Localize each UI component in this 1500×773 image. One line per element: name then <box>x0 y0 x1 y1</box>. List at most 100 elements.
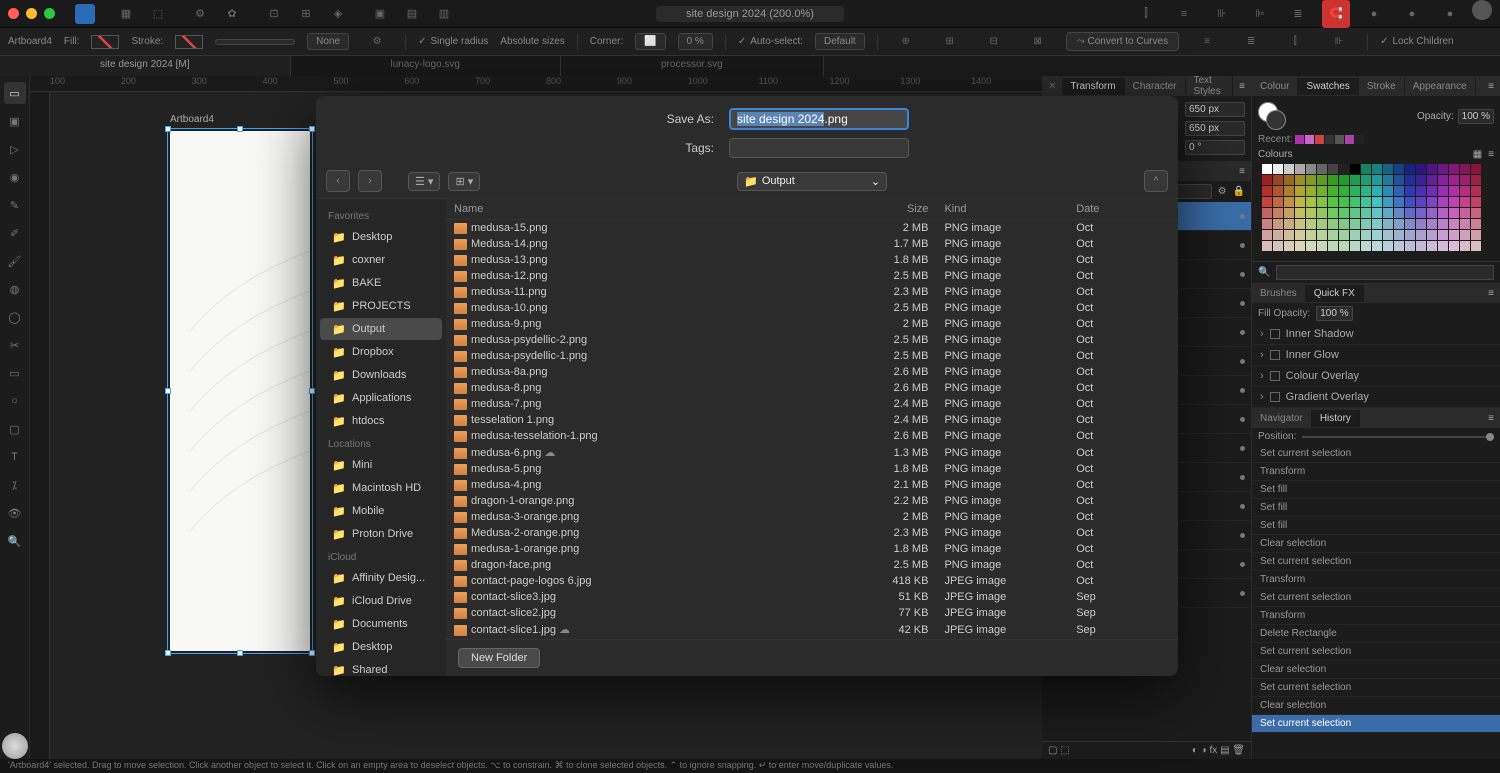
file-row[interactable]: medusa-5.png1.8 MBPNG imageOct <box>446 461 1178 477</box>
fx-icon[interactable]: fx <box>1210 745 1218 756</box>
artboard-title[interactable]: Artboard4 <box>170 114 214 125</box>
file-row[interactable]: medusa-10.png2.5 MBPNG imageOct <box>446 300 1178 316</box>
gear-icon[interactable]: ⚙ <box>363 28 391 56</box>
file-row[interactable]: tesselation 1.png2.4 MBPNG imageOct <box>446 412 1178 428</box>
align-icon[interactable]: ≣ <box>1237 28 1265 56</box>
panel-menu-icon[interactable]: ≡ <box>1233 81 1251 92</box>
history-item[interactable]: Set fill <box>1252 499 1500 517</box>
shape-tool[interactable]: ◯ <box>4 306 26 328</box>
align-icon[interactable]: ⊟ <box>980 28 1008 56</box>
layer-tool-icon[interactable]: ⬚ <box>1060 745 1069 756</box>
layer-visibility-dot[interactable] <box>1240 417 1245 422</box>
toolbar-icon[interactable]: ◈ <box>324 0 352 28</box>
sidebar-item[interactable]: 📁coxner <box>320 249 442 271</box>
up-button[interactable]: ^ <box>1144 170 1168 192</box>
sidebar-item[interactable]: 📁Output <box>320 318 442 340</box>
grid-view-button[interactable]: ⊞ ▾ <box>448 172 480 191</box>
sidebar-item[interactable]: 📁Documents <box>320 613 442 635</box>
history-item[interactable]: Transform <box>1252 607 1500 625</box>
align-icon[interactable]: ⊪ <box>1208 0 1236 28</box>
brush-tool[interactable]: 🖌 <box>4 250 26 272</box>
single-radius-check[interactable]: ✓ Single radius <box>418 36 488 47</box>
text-tool[interactable]: T <box>4 446 26 468</box>
autoselect-value[interactable]: Default <box>815 33 865 50</box>
rounded-rect-tool[interactable]: ▢ <box>4 418 26 440</box>
tab-quickfx[interactable]: Quick FX <box>1306 285 1364 302</box>
stroke-swatch[interactable] <box>175 35 203 49</box>
panel-menu-icon[interactable]: ≡ <box>1482 413 1500 424</box>
selection-handles[interactable] <box>167 128 313 654</box>
filename-input[interactable]: site design 2024.png <box>729 108 909 130</box>
toolbar-icon[interactable]: ⬚ <box>144 0 172 28</box>
expand-icon[interactable]: › <box>1260 328 1264 340</box>
file-row[interactable]: medusa-15.png2 MBPNG imageOct <box>446 220 1178 237</box>
panel-menu-icon[interactable]: ≡ <box>1233 166 1251 177</box>
fx-item[interactable]: ›Gradient Overlay <box>1252 387 1500 408</box>
artboard-tool[interactable]: ▣ <box>4 110 26 132</box>
history-item[interactable]: Delete Rectangle <box>1252 625 1500 643</box>
sidebar-item[interactable]: 📁Mini <box>320 454 442 476</box>
sidebar-item[interactable]: 📁BAKE <box>320 272 442 294</box>
layer-visibility-dot[interactable] <box>1240 330 1245 335</box>
document-tab[interactable]: lunacy-logo.svg <box>291 56 561 76</box>
align-icon[interactable]: ⊕ <box>892 28 920 56</box>
zoom-tool[interactable]: 🔍 <box>4 530 26 552</box>
col-date[interactable]: Date <box>1068 199 1178 220</box>
layer-visibility-dot[interactable] <box>1240 591 1245 596</box>
align-icon[interactable]: ⊠ <box>1024 28 1052 56</box>
history-item[interactable]: Set fill <box>1252 481 1500 499</box>
fill-opacity-input[interactable]: 100 % <box>1316 306 1352 321</box>
new-folder-button[interactable]: New Folder <box>458 648 540 668</box>
file-row[interactable]: medusa-9.png2 MBPNG imageOct <box>446 316 1178 332</box>
crop-tool[interactable]: ✂ <box>4 334 26 356</box>
sidebar-item[interactable]: 📁Applications <box>320 387 442 409</box>
expand-icon[interactable]: › <box>1260 349 1264 361</box>
mask-icon[interactable]: ◐ <box>1192 745 1198 756</box>
file-row[interactable]: medusa-psydellic-1.png2.5 MBPNG imageOct <box>446 348 1178 364</box>
close-button[interactable] <box>8 8 19 19</box>
layer-visibility-dot[interactable] <box>1240 388 1245 393</box>
forward-button[interactable]: › <box>358 170 382 192</box>
adjust-icon[interactable]: ◑ <box>1201 745 1207 756</box>
account-icon[interactable] <box>1472 0 1492 20</box>
layer-visibility-dot[interactable] <box>1240 359 1245 364</box>
tab-history[interactable]: History <box>1312 410 1360 427</box>
layer-visibility-dot[interactable] <box>1240 562 1245 567</box>
h-input[interactable]: 650 px <box>1185 121 1245 136</box>
s-input[interactable]: 0 ° <box>1185 140 1245 155</box>
file-row[interactable]: medusa-4.png2.1 MBPNG imageOct <box>446 477 1178 493</box>
colour-opacity-input[interactable]: 100 % <box>1458 109 1494 124</box>
file-row[interactable]: medusa-1-orange.png1.8 MBPNG imageOct <box>446 541 1178 557</box>
history-item[interactable]: Set current selection <box>1252 679 1500 697</box>
sidebar-item[interactable]: 📁PROJECTS <box>320 295 442 317</box>
stroke-style[interactable]: None <box>307 33 349 50</box>
sidebar-item[interactable]: 📁Proton Drive <box>320 523 442 545</box>
persona-icon[interactable]: ● <box>1360 0 1388 28</box>
fill-preview[interactable] <box>2 733 28 759</box>
fill-swatch[interactable] <box>91 35 119 49</box>
panel-close-icon[interactable]: ✕ <box>1042 81 1062 92</box>
col-size[interactable]: Size <box>849 199 937 220</box>
expand-icon[interactable]: › <box>1260 370 1264 382</box>
file-row[interactable]: medusa-3-orange.png2 MBPNG imageOct <box>446 509 1178 525</box>
align-icon[interactable]: ≡ <box>1193 28 1221 56</box>
swatch-view-icon[interactable]: ▦ <box>1473 149 1482 160</box>
search-icon[interactable]: 🔍 <box>1258 267 1270 278</box>
history-item[interactable]: Set current selection <box>1252 553 1500 571</box>
swatch-menu-icon[interactable]: ≡ <box>1488 149 1494 160</box>
file-row[interactable]: medusa-11.png2.3 MBPNG imageOct <box>446 284 1178 300</box>
file-row[interactable]: medusa-tesselation-1.png2.6 MBPNG imageO… <box>446 428 1178 444</box>
palette-label[interactable]: Colours <box>1258 149 1292 160</box>
layer-visibility-dot[interactable] <box>1240 272 1245 277</box>
align-icon[interactable]: ⫿ <box>1281 28 1309 56</box>
document-tab[interactable]: site design 2024 [M] <box>0 56 291 76</box>
file-row[interactable]: contact-slice3.jpg51 KBJPEG imageSep <box>446 589 1178 605</box>
file-row[interactable]: contact-slice1.jpg ☁42 KBJPEG imageSep <box>446 621 1178 638</box>
layer-visibility-dot[interactable] <box>1240 243 1245 248</box>
col-name[interactable]: Name <box>446 199 849 220</box>
history-item[interactable]: Transform <box>1252 463 1500 481</box>
new-layer-icon[interactable]: ▤ <box>1220 745 1229 756</box>
sidebar-item[interactable]: 📁Shared <box>320 659 442 676</box>
path-dropdown[interactable]: 📁Output⌄ <box>737 172 887 191</box>
file-row[interactable]: medusa-8.png2.6 MBPNG imageOct <box>446 380 1178 396</box>
